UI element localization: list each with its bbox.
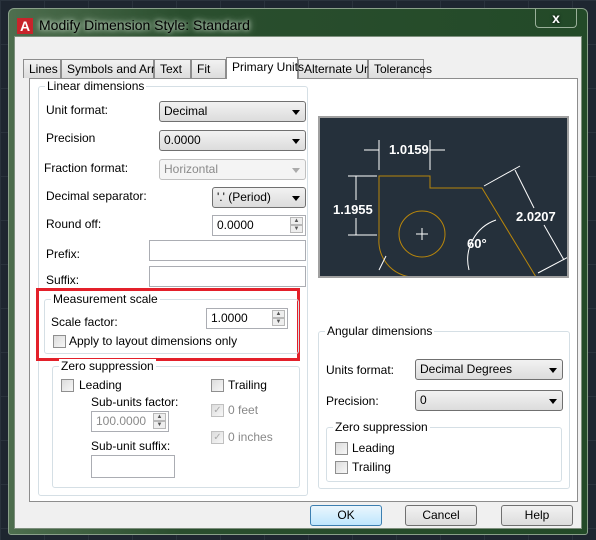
sub-units-factor-value: 100.0000 (96, 414, 147, 428)
fraction-format-label: Fraction format: (44, 161, 129, 175)
round-off-input[interactable]: 0.0000 ▲ ▼ (212, 215, 306, 236)
spin-down-icon[interactable]: ▼ (153, 421, 166, 429)
tab-tolerances[interactable]: Tolerances (368, 59, 432, 78)
scale-factor-spinner[interactable]: ▲ ▼ (272, 310, 285, 327)
chevron-down-icon (292, 110, 300, 115)
precision-select[interactable]: 0.0000 (159, 130, 306, 151)
tab-fit[interactable]: Fit (191, 59, 226, 78)
dim-top-label: 1.0159 (389, 142, 429, 157)
units-format-select[interactable]: Decimal Degrees (415, 359, 563, 380)
tab-lines[interactable]: Lines (23, 59, 61, 78)
tab-alternate-units[interactable]: Alternate Units (298, 59, 383, 78)
close-button[interactable]: x (535, 9, 577, 28)
chevron-down-icon (549, 368, 557, 373)
precision-label: Precision (46, 131, 96, 145)
sub-unit-suffix-label: Sub-unit suffix: (91, 439, 171, 453)
angular-precision-value: 0 (420, 393, 427, 407)
chevron-down-icon (549, 399, 557, 404)
tab-symbols-and-arrows[interactable]: Symbols and Arrows (61, 59, 176, 78)
chevron-down-icon (292, 168, 300, 173)
sub-units-factor-label: Sub-units factor: (91, 395, 179, 409)
angular-trailing-label: Trailing (352, 460, 391, 474)
decimal-separator-label: Decimal separator: (46, 189, 147, 203)
trailing-checkbox[interactable] (211, 379, 224, 392)
zero-suppression-label: Zero suppression (59, 359, 156, 373)
angle-label: 60° (467, 236, 487, 251)
chevron-down-icon (292, 196, 300, 201)
sub-units-spinner[interactable]: ▲ ▼ (153, 413, 166, 430)
round-off-value: 0.0000 (217, 218, 254, 232)
unit-format-label: Unit format: (46, 103, 109, 117)
prefix-label: Prefix: (46, 247, 81, 261)
title-bar[interactable]: A Modify Dimension Style: Standard x (9, 9, 587, 37)
help-button[interactable]: Help (501, 505, 573, 526)
preview-geometry (378, 175, 537, 278)
precision-value: 0.0000 (164, 133, 201, 147)
leading-checkbox[interactable] (61, 379, 74, 392)
angular-leading-label: Leading (352, 441, 395, 455)
zero-feet-checkbox[interactable]: ✓ (211, 404, 224, 417)
tab-primary-units[interactable]: Primary Units (226, 57, 304, 79)
dim-right-label: 2.0207 (516, 209, 556, 224)
ok-button[interactable]: OK (310, 505, 382, 526)
apply-layout-label: Apply to layout dimensions only (69, 334, 238, 348)
angular-precision-select[interactable]: 0 (415, 390, 563, 411)
zero-inches-label: 0 inches (228, 430, 273, 444)
suffix-label: Suffix: (46, 273, 80, 287)
round-off-label: Round off: (46, 217, 102, 231)
angular-trailing-checkbox[interactable] (335, 461, 348, 474)
sub-unit-suffix-input[interactable] (91, 455, 175, 478)
scale-factor-input[interactable]: 1.0000 ▲ ▼ (206, 308, 288, 329)
dimension-preview-drawing: 1.0159 1.1955 2.0207 60° R0.8045 (322, 140, 575, 289)
angular-precision-label: Precision: (326, 394, 379, 408)
fraction-format-value: Horizontal (164, 162, 219, 176)
spin-up-icon[interactable]: ▲ (272, 310, 285, 318)
angular-leading-checkbox[interactable] (335, 442, 348, 455)
autocad-app-icon: A (17, 18, 33, 34)
preview-shape (378, 175, 537, 278)
cancel-button[interactable]: Cancel (405, 505, 477, 526)
spin-down-icon[interactable]: ▼ (290, 225, 303, 233)
leading-label: Leading (79, 378, 122, 392)
tab-text[interactable]: Text (154, 59, 191, 78)
zero-inches-checkbox[interactable]: ✓ (211, 431, 224, 444)
dim-left-label: 1.1955 (333, 202, 373, 217)
prefix-input[interactable] (149, 240, 306, 261)
angular-zero-suppression-label: Zero suppression (333, 420, 430, 434)
suffix-input[interactable] (149, 266, 306, 287)
unit-format-value: Decimal (164, 104, 208, 118)
decimal-separator-select[interactable]: '.' (Period) (212, 187, 306, 208)
spin-up-icon[interactable]: ▲ (290, 217, 303, 225)
units-format-label: Units format: (326, 363, 395, 377)
units-format-value: Decimal Degrees (420, 362, 513, 376)
dialog-window: A Modify Dimension Style: Standard x Lin… (8, 8, 588, 535)
chevron-down-icon (292, 139, 300, 144)
radius-label: R0.8045 (322, 274, 371, 276)
angular-dimensions-label: Angular dimensions (325, 324, 435, 338)
preview-canvas: 1.0159 1.1955 2.0207 60° R0.8045 (318, 116, 575, 289)
scale-factor-label: Scale factor: (51, 315, 118, 329)
spin-up-icon[interactable]: ▲ (153, 413, 166, 421)
linear-dimensions-label: Linear dimensions (45, 79, 147, 93)
unit-format-select[interactable]: Decimal (159, 101, 306, 122)
dialog-client: Lines Symbols and Arrows Text Fit Primar… (14, 36, 582, 529)
trailing-label: Trailing (228, 378, 267, 392)
spin-down-icon[interactable]: ▼ (272, 318, 285, 326)
fraction-format-select[interactable]: Horizontal (159, 159, 306, 180)
decimal-separator-value: '.' (Period) (217, 190, 271, 204)
window-title: Modify Dimension Style: Standard (39, 17, 250, 33)
zero-feet-label: 0 feet (228, 403, 259, 417)
preview-dimension-lines (348, 140, 575, 282)
round-off-spinner[interactable]: ▲ ▼ (290, 217, 303, 234)
primary-units-panel: Linear dimensions Unit format: Decimal P… (29, 78, 578, 502)
measurement-scale-label: Measurement scale (51, 292, 160, 306)
apply-layout-checkbox[interactable] (53, 335, 66, 348)
scale-factor-value: 1.0000 (211, 311, 248, 325)
sub-units-factor-input[interactable]: 100.0000 ▲ ▼ (91, 411, 169, 432)
